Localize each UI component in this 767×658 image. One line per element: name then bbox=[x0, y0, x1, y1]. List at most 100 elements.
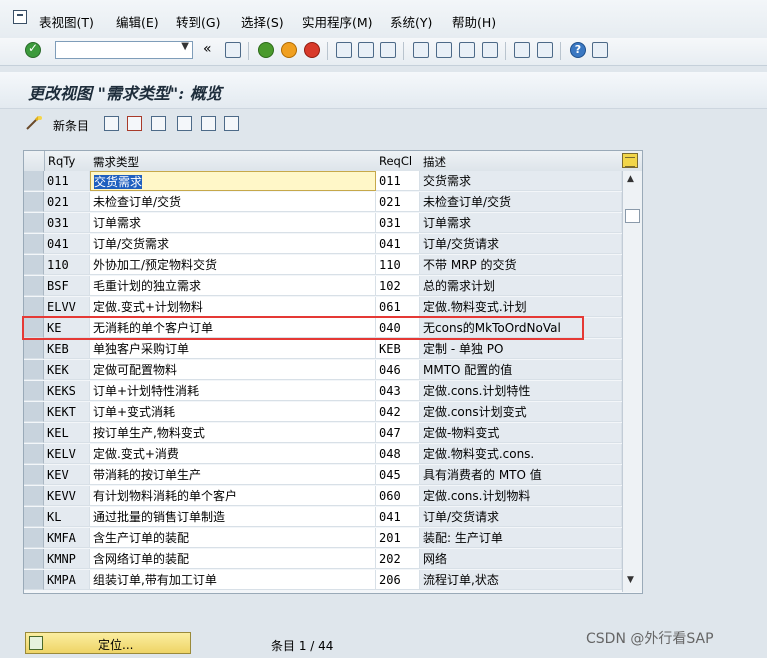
select-block-icon[interactable] bbox=[201, 116, 216, 131]
cell-requirement-type[interactable]: 外协加工/预定物料交货 bbox=[90, 255, 376, 275]
cell-description[interactable]: 订单需求 bbox=[420, 213, 622, 233]
cell-reqcl[interactable]: KEB bbox=[376, 339, 420, 359]
cell-reqcl[interactable]: 201 bbox=[376, 528, 420, 548]
table-row[interactable]: KEB 单独客户采购订单 KEB 定制 - 单独 PO bbox=[24, 339, 622, 360]
table-row[interactable]: KEKT 订单+变式消耗 042 定做.cons计划变式 bbox=[24, 402, 622, 423]
cell-description[interactable]: 未检查订单/交货 bbox=[420, 192, 622, 212]
table-row[interactable]: KEVV 有计划物料消耗的单个客户 060 定做.cons.计划物料 bbox=[24, 486, 622, 507]
cell-reqcl[interactable]: 060 bbox=[376, 486, 420, 506]
table-row[interactable]: BSF 毛重计划的独立需求 102 总的需求计划 bbox=[24, 276, 622, 297]
cell-requirement-type[interactable]: 未检查订单/交货 bbox=[90, 192, 376, 212]
cell-rqty[interactable]: KEVV bbox=[44, 486, 90, 506]
row-selector[interactable] bbox=[24, 381, 44, 401]
row-selector[interactable] bbox=[24, 486, 44, 506]
cell-rqty[interactable]: KEKS bbox=[44, 381, 90, 401]
cell-description[interactable]: 具有消费者的 MTO 值 bbox=[420, 465, 622, 485]
save-icon[interactable] bbox=[225, 42, 241, 58]
table-row[interactable]: KEKS 订单+计划特性消耗 043 定做.cons.计划特性 bbox=[24, 381, 622, 402]
row-selector[interactable] bbox=[24, 276, 44, 296]
cell-requirement-type[interactable]: 交货需求 bbox=[90, 171, 376, 191]
cell-reqcl[interactable]: 041 bbox=[376, 234, 420, 254]
cell-reqcl[interactable]: 202 bbox=[376, 549, 420, 569]
deselect-all-icon[interactable] bbox=[224, 116, 239, 131]
cell-rqty[interactable]: ELVV bbox=[44, 297, 90, 317]
table-row[interactable]: KMPA 组装订单,带有加工订单 206 流程订单,状态 bbox=[24, 570, 622, 591]
cell-rqty[interactable]: KEKT bbox=[44, 402, 90, 422]
cell-description[interactable]: 不带 MRP 的交货 bbox=[420, 255, 622, 275]
table-row[interactable]: ELVV 定做.变式+计划物料 061 定做.物料变式.计划 bbox=[24, 297, 622, 318]
cell-requirement-type[interactable]: 组装订单,带有加工订单 bbox=[90, 570, 376, 590]
cell-requirement-type[interactable]: 定做.变式+计划物料 bbox=[90, 297, 376, 317]
cell-description[interactable]: 订单/交货请求 bbox=[420, 507, 622, 527]
menu-utilities[interactable]: 实用程序(M) bbox=[302, 12, 373, 31]
menu-table-view[interactable]: 表视图(T) bbox=[39, 12, 94, 31]
next-page-icon[interactable] bbox=[459, 42, 475, 58]
new-entries-button[interactable]: 新条目 bbox=[53, 117, 89, 134]
cancel-icon[interactable] bbox=[304, 42, 320, 58]
menu-system[interactable]: 系统(Y) bbox=[390, 12, 432, 31]
select-all-cell[interactable] bbox=[24, 151, 45, 171]
header-reqcl[interactable]: ReqCl bbox=[379, 154, 412, 168]
cell-description[interactable]: 装配: 生产订单 bbox=[420, 528, 622, 548]
row-selector[interactable] bbox=[24, 507, 44, 527]
table-row[interactable]: 011 交货需求 011 交货需求 bbox=[24, 171, 622, 192]
undo-change-icon[interactable] bbox=[151, 116, 166, 131]
row-selector[interactable] bbox=[24, 234, 44, 254]
cell-description[interactable]: 定做.cons计划变式 bbox=[420, 402, 622, 422]
help-icon[interactable]: ? bbox=[570, 42, 586, 58]
new-entries-icon[interactable] bbox=[25, 115, 43, 131]
cell-requirement-type[interactable]: 有计划物料消耗的单个客户 bbox=[90, 486, 376, 506]
first-page-icon[interactable] bbox=[413, 42, 429, 58]
cell-requirement-type[interactable]: 订单/交货需求 bbox=[90, 234, 376, 254]
row-selector[interactable] bbox=[24, 549, 44, 569]
cell-reqcl[interactable]: 045 bbox=[376, 465, 420, 485]
cell-description[interactable]: 流程订单,状态 bbox=[420, 570, 622, 590]
cell-reqcl[interactable]: 048 bbox=[376, 444, 420, 464]
cell-requirement-type[interactable]: 订单+变式消耗 bbox=[90, 402, 376, 422]
system-menu-icon[interactable] bbox=[13, 10, 27, 24]
cell-reqcl[interactable]: 110 bbox=[376, 255, 420, 275]
previous-page-icon[interactable] bbox=[436, 42, 452, 58]
cell-description[interactable]: 订单/交货请求 bbox=[420, 234, 622, 254]
cell-requirement-type[interactable]: 订单+计划特性消耗 bbox=[90, 381, 376, 401]
cell-description[interactable]: 定做.物料变式.cons. bbox=[420, 444, 622, 464]
cell-rqty[interactable]: KEB bbox=[44, 339, 90, 359]
enter-icon[interactable] bbox=[25, 41, 41, 58]
cell-requirement-type[interactable]: 单独客户采购订单 bbox=[90, 339, 376, 359]
row-selector[interactable] bbox=[24, 528, 44, 548]
table-row[interactable]: KL 通过批量的销售订单制造 041 订单/交货请求 bbox=[24, 507, 622, 528]
cell-reqcl[interactable]: 102 bbox=[376, 276, 420, 296]
cell-rqty[interactable]: KEL bbox=[44, 423, 90, 443]
cell-reqcl[interactable]: 031 bbox=[376, 213, 420, 233]
header-rqty[interactable]: RqTy bbox=[48, 154, 75, 168]
table-row[interactable]: KEK 定做可配置物料 046 MMTO 配置的值 bbox=[24, 360, 622, 381]
cell-requirement-type[interactable]: 含生产订单的装配 bbox=[90, 528, 376, 548]
cell-description[interactable]: 网络 bbox=[420, 549, 622, 569]
cell-requirement-type[interactable]: 带消耗的按订单生产 bbox=[90, 465, 376, 485]
scroll-up-icon[interactable]: ▲ bbox=[627, 174, 634, 184]
row-selector[interactable] bbox=[24, 171, 44, 191]
back-icon[interactable] bbox=[258, 42, 274, 58]
cell-rqty[interactable]: KMNP bbox=[44, 549, 90, 569]
table-row[interactable]: KEL 按订单生产,物料变式 047 定做-物料变式 bbox=[24, 423, 622, 444]
row-selector[interactable] bbox=[24, 465, 44, 485]
find-next-icon[interactable] bbox=[380, 42, 396, 58]
cell-description[interactable]: 定做-物料变式 bbox=[420, 423, 622, 443]
cell-description[interactable]: 定做.cons.计划物料 bbox=[420, 486, 622, 506]
cell-rqty[interactable]: 021 bbox=[44, 192, 90, 212]
table-row[interactable]: KMNP 含网络订单的装配 202 网络 bbox=[24, 549, 622, 570]
table-row[interactable]: KEV 带消耗的按订单生产 045 具有消费者的 MTO 值 bbox=[24, 465, 622, 486]
cell-rqty[interactable]: KELV bbox=[44, 444, 90, 464]
cell-reqcl[interactable]: 011 bbox=[376, 171, 420, 191]
row-selector[interactable] bbox=[24, 570, 44, 590]
cell-rqty[interactable]: KEV bbox=[44, 465, 90, 485]
scroll-down-icon[interactable]: ▼ bbox=[627, 575, 634, 585]
header-requirement-type[interactable]: 需求类型 bbox=[93, 154, 139, 170]
scroll-thumb[interactable] bbox=[625, 209, 640, 223]
shortcut-icon[interactable] bbox=[537, 42, 553, 58]
cell-reqcl[interactable]: 041 bbox=[376, 507, 420, 527]
table-row[interactable]: 021 未检查订单/交货 021 未检查订单/交货 bbox=[24, 192, 622, 213]
cell-reqcl[interactable]: 042 bbox=[376, 402, 420, 422]
table-row[interactable]: 041 订单/交货需求 041 订单/交货请求 bbox=[24, 234, 622, 255]
cell-rqty[interactable]: 041 bbox=[44, 234, 90, 254]
